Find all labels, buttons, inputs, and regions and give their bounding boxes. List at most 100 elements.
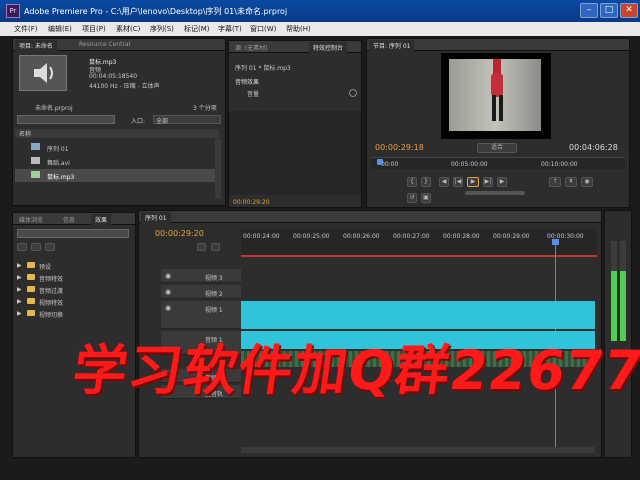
fit-select[interactable]: 适合 xyxy=(477,143,517,153)
mark-out-button[interactable]: } xyxy=(421,177,431,187)
program-monitor-header: 节目: 序列 01 xyxy=(367,39,629,51)
effect-timecode[interactable]: 00:00:29:20 xyxy=(233,199,270,206)
tab-resource-central[interactable]: Resource Central xyxy=(75,40,134,51)
ruler-label: 00:05:00:00 xyxy=(451,161,488,168)
expand-arrow-icon: ▶ xyxy=(17,310,22,317)
video-clip[interactable] xyxy=(241,301,595,329)
tab-sequence[interactable]: 序列 01 xyxy=(141,212,171,223)
close-button[interactable]: ✕ xyxy=(620,3,638,18)
snap-icon[interactable] xyxy=(197,243,206,251)
timeline-scrollbar[interactable] xyxy=(241,447,595,453)
step-forward-button[interactable]: ▶ xyxy=(497,177,507,187)
play-button[interactable]: ▶ xyxy=(467,177,479,187)
eye-icon[interactable]: ◉ xyxy=(165,288,171,296)
menu-title[interactable]: 字幕(T) xyxy=(218,24,242,34)
ruler-label: 00:00:27:00 xyxy=(393,233,430,240)
extract-button[interactable]: ⇞ xyxy=(565,177,577,187)
list-item[interactable]: ▶ 音频过渡 xyxy=(17,283,127,295)
maximize-button[interactable]: □ xyxy=(600,3,618,18)
video-preview xyxy=(441,53,551,139)
list-item[interactable]: ▶ 视频切换 xyxy=(17,307,127,319)
ruler-label: 00:00 xyxy=(381,161,399,168)
safe-margins-button[interactable]: ▣ xyxy=(421,193,431,203)
list-item-label: 序列 01 xyxy=(47,146,69,153)
list-item-label: 音频特效 xyxy=(39,276,64,283)
project-search-input[interactable] xyxy=(17,115,115,124)
effect-controls-header: 源: (无素材) 特效控制台 xyxy=(229,41,361,53)
track-header-video-2[interactable]: ◉ 视频 2 xyxy=(161,285,241,299)
menu-project[interactable]: 项目(P) xyxy=(82,24,106,34)
expand-arrow-icon: ▶ xyxy=(17,262,22,269)
playhead-marker-icon[interactable] xyxy=(377,159,383,165)
watermark-text: 学习软件加Q群226773486 xyxy=(68,339,640,402)
project-scrollbar[interactable] xyxy=(215,139,221,199)
list-item[interactable]: ▶ 预设 xyxy=(17,259,127,271)
tab-project[interactable]: 项目: 未命名 xyxy=(15,40,57,51)
32bit-effects-icon[interactable] xyxy=(31,243,41,251)
yuv-effects-icon[interactable] xyxy=(45,243,55,251)
minimize-button[interactable]: – xyxy=(580,3,598,18)
project-panel: 项目: 未命名 Resource Central 鼠标.mp3 音频 00:04… xyxy=(12,38,226,206)
entry-label: 入口: xyxy=(131,118,146,125)
effects-search-input[interactable] xyxy=(17,229,129,238)
list-item-label: 视频特效 xyxy=(39,300,64,307)
eye-icon[interactable]: ◉ xyxy=(165,272,171,280)
go-to-out-button[interactable]: ▶| xyxy=(483,177,493,187)
entry-select[interactable]: 全部 xyxy=(153,115,221,125)
ruler-label: 00:00:26:00 xyxy=(343,233,380,240)
menu-sequence[interactable]: 序列(S) xyxy=(150,24,174,34)
reset-icon[interactable] xyxy=(349,89,357,97)
work-area-bar[interactable] xyxy=(241,255,597,257)
menu-file[interactable]: 文件(F) xyxy=(14,24,38,34)
marker-icon[interactable] xyxy=(211,243,220,251)
list-item[interactable]: ▶ 视频特效 xyxy=(17,295,127,307)
tab-program[interactable]: 节目: 序列 01 xyxy=(369,40,415,51)
item-count: 3 个分项 xyxy=(193,105,217,112)
menu-help[interactable]: 帮助(H) xyxy=(286,24,311,34)
tab-source[interactable]: 源: (无素材) xyxy=(231,42,272,53)
list-item[interactable]: ▶ 音频特效 xyxy=(17,271,127,283)
go-to-in-button[interactable]: |◀ xyxy=(453,177,463,187)
lift-button[interactable]: ⇡ xyxy=(549,177,561,187)
accelerated-effects-icon[interactable] xyxy=(17,243,27,251)
list-item[interactable]: 序列 01 xyxy=(15,141,219,154)
video-frame xyxy=(449,59,541,131)
audio-meter-left xyxy=(611,241,617,341)
list-item-label: 舞蹈.avi xyxy=(47,160,70,167)
tab-effects[interactable]: 效果 xyxy=(91,214,112,225)
track-label: 视频 1 xyxy=(205,307,223,314)
list-item[interactable]: 舞蹈.avi xyxy=(15,155,219,168)
menu-clip[interactable]: 素材(C) xyxy=(116,24,140,34)
track-header-video-3[interactable]: ◉ 视频 3 xyxy=(161,269,241,283)
track-header-video-1[interactable]: ◉ 视频 1 xyxy=(161,301,241,329)
volume-property[interactable]: 音量 xyxy=(247,89,259,98)
loop-button[interactable]: ↺ xyxy=(407,193,417,203)
ruler-label: 00:10:00:00 xyxy=(541,161,578,168)
step-back-button[interactable]: ◀ xyxy=(439,177,449,187)
jog-shuttle[interactable] xyxy=(465,191,525,195)
program-duration: 00:04:06:28 xyxy=(569,143,618,152)
menu-bar: 文件(F) 编辑(E) 项目(P) 素材(C) 序列(S) 标记(M) 字幕(T… xyxy=(0,22,640,36)
menu-edit[interactable]: 编辑(E) xyxy=(48,24,72,34)
menu-window[interactable]: 窗口(W) xyxy=(250,24,276,34)
playhead-handle-icon[interactable] xyxy=(552,239,559,245)
export-frame-button[interactable]: ◉ xyxy=(581,177,593,187)
audio-file-icon xyxy=(31,171,40,178)
column-header-name[interactable]: 名称 xyxy=(15,129,219,138)
folder-icon xyxy=(27,274,35,280)
list-item[interactable]: 鼠标.mp3 xyxy=(15,169,219,182)
list-item-label: 鼠标.mp3 xyxy=(47,174,75,181)
eye-icon[interactable]: ◉ xyxy=(165,304,171,312)
menu-marker[interactable]: 标记(M) xyxy=(184,24,210,34)
program-current-time[interactable]: 00:00:29:18 xyxy=(375,143,424,152)
program-time-ruler[interactable]: 00:00 00:05:00:00 00:10:00:00 xyxy=(371,157,625,169)
timeline-ruler[interactable]: 00:00:24:00 00:00:25:00 00:00:26:00 00:0… xyxy=(241,229,597,257)
clip-duration: 00:04:05:18540 xyxy=(89,73,138,80)
speaker-icon xyxy=(34,63,53,83)
track-label: 视频 3 xyxy=(205,275,223,282)
timeline-timecode[interactable]: 00:00:29:20 xyxy=(155,229,204,238)
tab-media-browser[interactable]: 媒体浏览 xyxy=(15,214,47,225)
tab-info[interactable]: 信息 xyxy=(59,214,79,225)
tab-effect-controls[interactable]: 特效控制台 xyxy=(309,42,348,53)
mark-in-button[interactable]: { xyxy=(407,177,417,187)
